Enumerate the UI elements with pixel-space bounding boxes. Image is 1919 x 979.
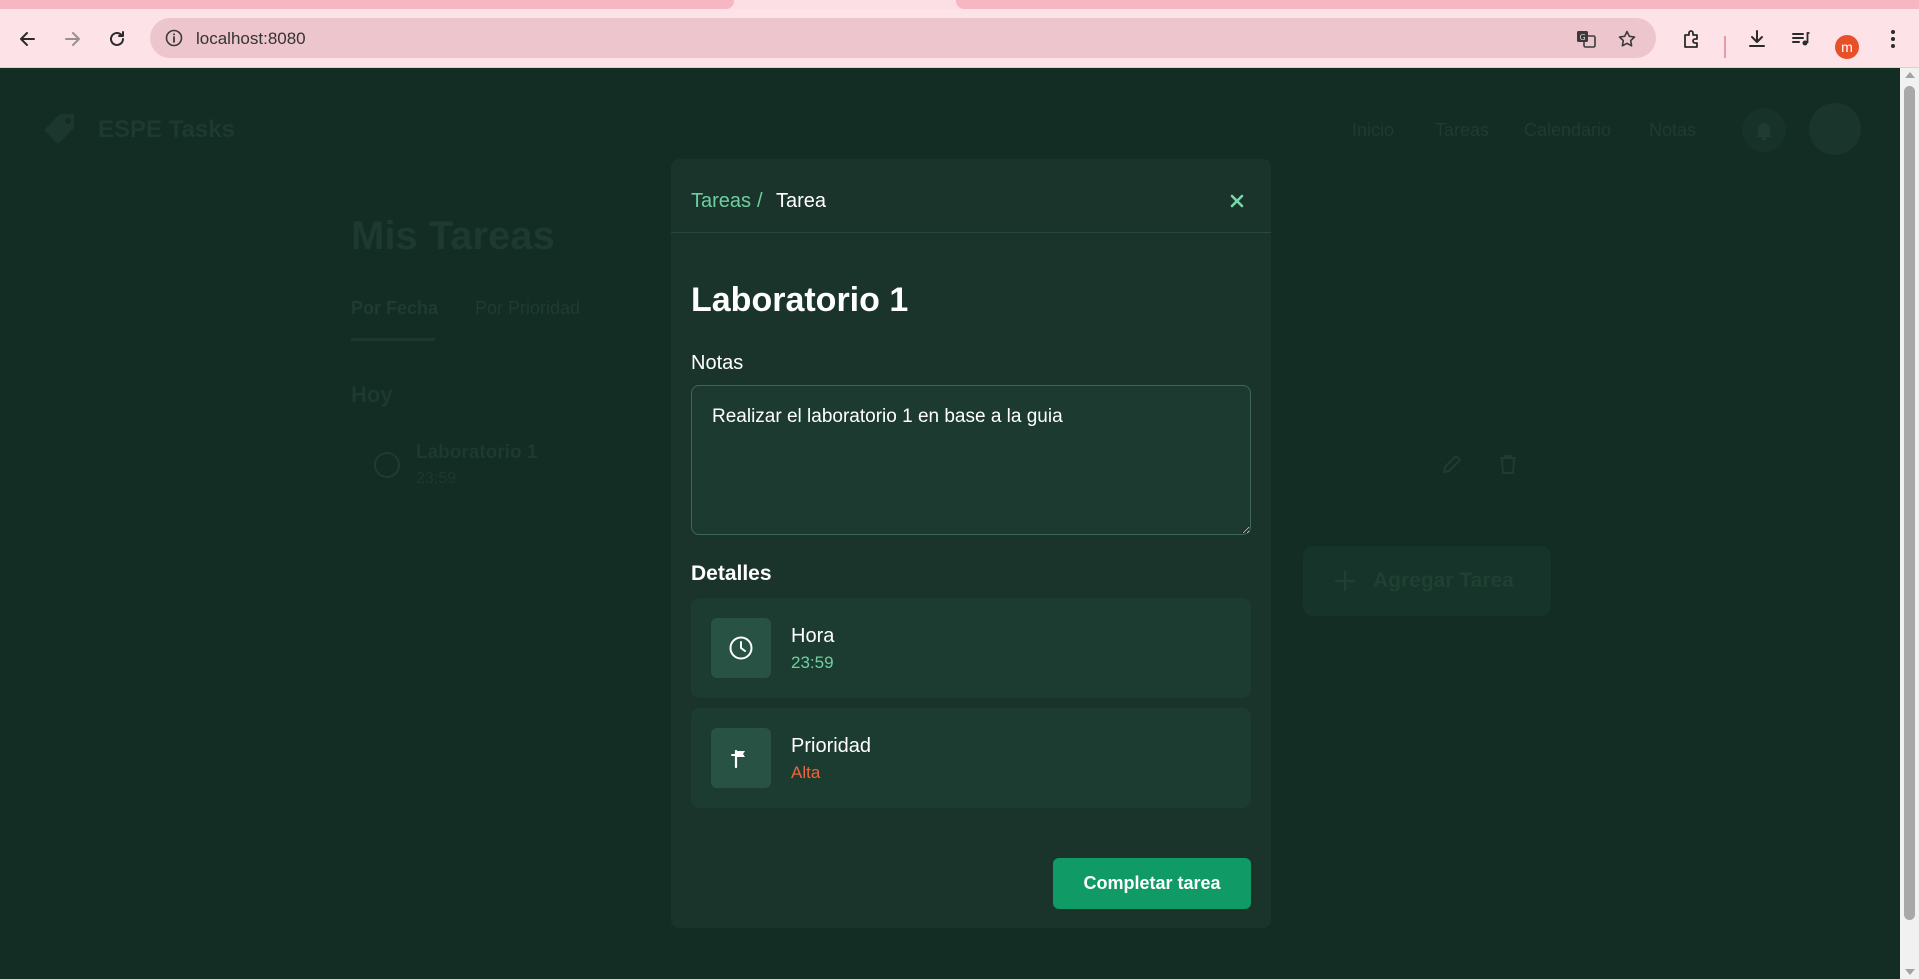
site-info-icon[interactable]: [164, 28, 184, 48]
detail-value-prioridad: Alta: [791, 763, 821, 782]
notes-label: Notas: [691, 352, 744, 374]
notes-textarea[interactable]: Realizar el laboratorio 1 en base a la g…: [691, 385, 1251, 535]
breadcrumb-current: Tarea: [776, 190, 827, 212]
media-playlist-icon[interactable]: [1788, 26, 1814, 52]
nav-link-inicio[interactable]: Inicio: [1352, 120, 1394, 141]
bookmark-star-icon[interactable]: [1616, 28, 1638, 50]
browser-tab-right[interactable]: [956, 0, 1919, 9]
translate-icon[interactable]: G: [1575, 28, 1597, 50]
arrow-left-icon: [20, 32, 35, 46]
edit-task-button[interactable]: [1440, 452, 1464, 476]
tag-logo-icon: [44, 114, 74, 144]
profile-avatar[interactable]: m: [1835, 35, 1859, 59]
nav-link-calendario[interactable]: Calendario: [1524, 120, 1611, 141]
tab-por-prioridad[interactable]: Por Prioridad: [475, 298, 580, 319]
task-detail-title: Laboratorio 1: [691, 281, 909, 319]
pencil-icon: [1443, 455, 1461, 473]
delete-task-button[interactable]: [1496, 452, 1520, 476]
reload-icon: [110, 31, 124, 46]
download-icon[interactable]: [1744, 26, 1770, 52]
address-bar[interactable]: localhost:8080 G: [150, 18, 1656, 58]
breadcrumb-tareas-link[interactable]: Tareas: [691, 190, 751, 213]
task-checkbox[interactable]: [374, 452, 400, 478]
page-title: Mis Tareas: [351, 214, 555, 258]
detail-card-prioridad: Prioridad Alta: [691, 708, 1251, 808]
task-detail-modal: Tareas / Tarea Laboratorio 1 Notas Reali…: [671, 159, 1271, 928]
brand-name: ESPE Tasks: [98, 116, 235, 143]
breadcrumb-separator: /: [757, 190, 763, 212]
modal-header: Tareas / Tarea: [671, 159, 1271, 233]
arrow-right-icon: [65, 32, 80, 46]
complete-task-button[interactable]: Completar tarea: [1053, 858, 1251, 909]
close-icon: [1230, 194, 1244, 208]
browser-toolbar: localhost:8080 G m: [0, 9, 1919, 68]
scrollbar-thumb[interactable]: [1904, 86, 1915, 920]
detail-card-hora: Hora 23:59: [691, 598, 1251, 698]
scroll-up-arrow-icon[interactable]: [1905, 72, 1915, 78]
tab-strip: [0, 0, 1919, 9]
notifications-button[interactable]: [1742, 108, 1786, 152]
section-heading-hoy: Hoy: [351, 382, 393, 407]
task-title[interactable]: Laboratorio 1: [416, 442, 537, 464]
scroll-down-arrow-icon[interactable]: [1905, 969, 1915, 975]
browser-tab-left[interactable]: [0, 0, 734, 9]
url-text[interactable]: localhost:8080: [196, 29, 306, 49]
brand[interactable]: ESPE Tasks: [40, 110, 235, 150]
extensions-icon[interactable]: [1679, 26, 1705, 52]
forward-button[interactable]: [58, 25, 86, 53]
nav-link-tareas[interactable]: Tareas: [1435, 120, 1489, 141]
reload-button[interactable]: [103, 25, 131, 53]
active-tab-indicator: [351, 338, 435, 341]
toolbar-divider: [1724, 36, 1726, 58]
detail-value-hora: 23:59: [791, 653, 834, 672]
task-time: 23:59: [416, 470, 457, 487]
detail-label-hora: Hora: [791, 625, 835, 647]
nav-link-notas[interactable]: Notas: [1649, 120, 1696, 141]
add-task-label: Agregar Tarea: [1373, 569, 1514, 592]
details-heading: Detalles: [691, 562, 772, 585]
flag-icon: [711, 728, 771, 788]
add-task-button[interactable]: Agregar Tarea: [1303, 546, 1551, 616]
svg-text:G: G: [1580, 33, 1586, 42]
more-menu-icon[interactable]: [1880, 26, 1906, 52]
bell-icon: [1756, 123, 1772, 141]
detail-label-prioridad: Prioridad: [791, 735, 872, 757]
back-button[interactable]: [14, 25, 42, 53]
page-scrollbar[interactable]: [1900, 68, 1919, 979]
clock-icon: [711, 618, 771, 678]
user-avatar[interactable]: [1809, 103, 1861, 155]
trash-icon: [1500, 455, 1516, 474]
close-modal-button[interactable]: [1225, 189, 1249, 213]
tab-por-fecha[interactable]: Por Fecha: [351, 298, 438, 319]
plus-icon: [1334, 570, 1356, 592]
